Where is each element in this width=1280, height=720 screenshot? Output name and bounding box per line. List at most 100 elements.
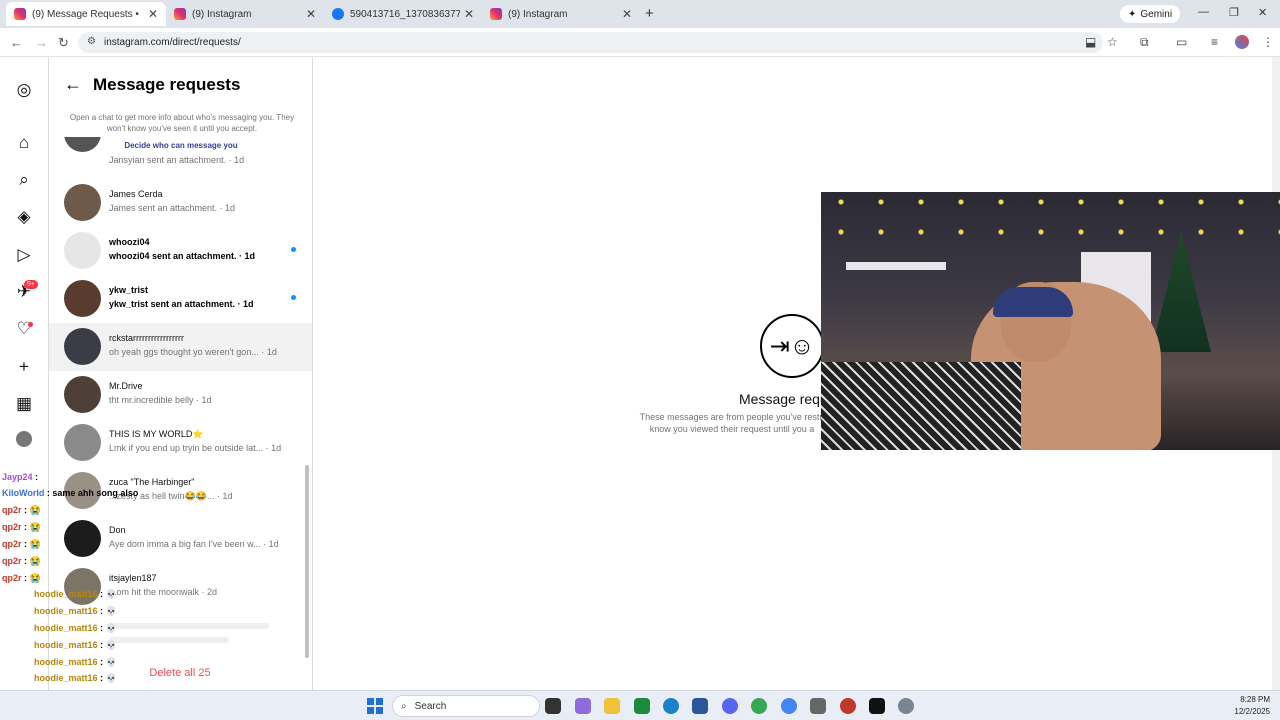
xbox-icon[interactable]: [634, 698, 650, 714]
request-preview: ...om hit the moonwalk · 2d: [109, 587, 218, 597]
profile-avatar[interactable]: [1235, 35, 1249, 49]
avatar: [64, 520, 101, 557]
panel-description: Open a chat to get more info about who's…: [69, 113, 295, 133]
media-control-icon[interactable]: ≡: [1211, 35, 1218, 49]
close-icon[interactable]: ✕: [306, 7, 316, 21]
request-row[interactable]: itsjaylen187 ...om hit the moonwalk · 2d: [49, 563, 312, 611]
forward-arrow-icon[interactable]: →: [35, 35, 48, 50]
request-preview: Jansyian sent an attachment. · 1d: [109, 155, 245, 165]
restore-icon[interactable]: ❐: [1229, 6, 1239, 19]
request-preview: oh yeah ggs thought yo weren't gon... · …: [109, 347, 277, 357]
tab-message-requests[interactable]: (9) Message Requests • Messag ✕: [6, 2, 166, 26]
avatar: [64, 424, 101, 461]
tab-title: (9) Instagram: [508, 8, 568, 20]
install-app-icon[interactable]: ⬓: [1085, 35, 1096, 49]
clock-time: 8:28 PM: [1240, 695, 1270, 704]
panel-scrollbar[interactable]: [305, 465, 309, 658]
avatar: [64, 328, 101, 365]
facebook-icon: [332, 8, 344, 20]
dashboard-icon[interactable]: ▦: [14, 394, 34, 414]
tab-facebook-image[interactable]: 590413716_137083637783536 ✕: [324, 2, 482, 26]
windows-start-icon[interactable]: [367, 698, 383, 714]
string-lights: [821, 192, 1280, 252]
reload-icon[interactable]: ↻: [58, 35, 69, 51]
address-toolbar: ← → ↻ ⚙ instagram.com/direct/requests/ ⬓…: [0, 28, 1280, 57]
page-title: Message requests: [93, 75, 241, 94]
tab-title: (9) Message Requests • Messag: [32, 8, 142, 20]
windows-taskbar: ⌕ Search 8:28 PM 12/2/2025: [0, 690, 1280, 720]
webcam-overlay: [821, 192, 1280, 450]
site-settings-icon[interactable]: ⚙: [87, 36, 96, 47]
tab-instagram[interactable]: (9) Instagram ✕: [166, 2, 324, 26]
taskbar-search[interactable]: ⌕ Search: [392, 695, 540, 717]
delete-all-button[interactable]: Delete all 25: [49, 667, 311, 679]
avatar: [64, 568, 101, 605]
task-view-icon[interactable]: [545, 698, 561, 714]
avatar: [64, 137, 101, 152]
request-username: James Cerda: [109, 189, 163, 199]
request-preview: Aye dom imma a big fan I've been w... · …: [109, 539, 279, 549]
url-bar[interactable]: ⚙ instagram.com/direct/requests/: [78, 32, 1103, 53]
edge-icon[interactable]: [663, 698, 679, 714]
url-text: instagram.com/direct/requests/: [104, 37, 241, 48]
clock-date: 12/2/2025: [1234, 707, 1270, 716]
empty-state-description: These messages are from people you've re…: [632, 411, 832, 435]
chrome-active-icon[interactable]: [781, 698, 797, 714]
bookmark-star-icon[interactable]: ☆: [1107, 35, 1118, 49]
obs-icon[interactable]: [869, 698, 885, 714]
request-row[interactable]: whoozi04 whoozi04 sent an attachment. · …: [49, 227, 312, 275]
profile-avatar[interactable]: [16, 431, 32, 447]
reels-icon[interactable]: ▷: [14, 245, 34, 265]
close-icon[interactable]: ✕: [622, 7, 632, 21]
avatar: [64, 232, 101, 269]
app-icon[interactable]: [810, 698, 826, 714]
taskbar-clock[interactable]: 8:28 PM 12/2/2025: [1210, 694, 1270, 718]
browser-tab-bar: (9) Message Requests • Messag ✕ (9) Inst…: [0, 0, 1280, 28]
minimize-icon[interactable]: —: [1198, 6, 1209, 18]
back-arrow-icon[interactable]: ←: [64, 74, 82, 95]
explore-icon[interactable]: ◈: [14, 207, 34, 227]
close-icon[interactable]: ✕: [464, 7, 474, 21]
window-close-icon[interactable]: ✕: [1258, 6, 1267, 19]
search-icon[interactable]: ⌕: [14, 170, 34, 190]
create-plus-icon[interactable]: +: [14, 357, 34, 377]
cap: [993, 287, 1073, 317]
request-username: Don: [109, 525, 126, 535]
empty-state-title: Message requ: [739, 391, 828, 407]
search-icon: ⌕: [401, 700, 407, 712]
close-icon[interactable]: ✕: [148, 7, 158, 21]
tab-instagram-2[interactable]: (9) Instagram ✕: [482, 2, 640, 26]
request-row[interactable]: THIS IS MY WORLD⭐ Lmk if you end up tryi…: [49, 419, 312, 467]
file-explorer-icon[interactable]: [604, 698, 620, 714]
settings-gear-icon[interactable]: [898, 698, 914, 714]
request-row[interactable]: James Cerda James sent an attachment. · …: [49, 179, 312, 227]
instagram-icon: [490, 8, 502, 20]
discord-icon[interactable]: [722, 698, 738, 714]
request-username: itsjaylen187: [109, 573, 157, 583]
tab-title: (9) Instagram: [192, 8, 252, 20]
empty-state-line: These messages are from people you've re…: [639, 412, 825, 422]
app-icon[interactable]: [840, 698, 856, 714]
request-preview: James sent an attachment. · 1d: [109, 203, 236, 213]
store-icon[interactable]: [692, 698, 708, 714]
cast-icon[interactable]: ▭: [1176, 35, 1187, 49]
gemini-button[interactable]: ✦ Gemini: [1120, 5, 1181, 23]
menu-dots-icon[interactable]: ⋮: [1262, 35, 1274, 49]
instagram-logo-icon[interactable]: ◎: [14, 80, 34, 100]
request-row[interactable]: rckstarrrrrrrrrrrrrrrrr oh yeah ggs thou…: [49, 323, 312, 371]
request-preview: whoozi04 sent an attachment. · 1d: [109, 251, 256, 261]
notification-badge: 9+: [24, 280, 38, 289]
request-row[interactable]: ykw_trist ykw_trist sent an attachment. …: [49, 275, 312, 323]
copilot-icon[interactable]: [575, 698, 591, 714]
home-icon[interactable]: ⌂: [14, 133, 34, 153]
request-row[interactable]: Mr.Drive tht mr.incredible belly · 1d: [49, 371, 312, 419]
chrome-icon[interactable]: [751, 698, 767, 714]
request-username: whoozi04: [109, 237, 150, 247]
request-row[interactable]: Don Aye dom imma a big fan I've been w..…: [49, 515, 312, 563]
new-tab-plus-icon[interactable]: +: [645, 5, 654, 22]
request-row[interactable]: Jansyian sent an attachment. · 1d: [49, 137, 312, 167]
extensions-icon[interactable]: ⧉: [1140, 35, 1149, 50]
back-arrow-icon[interactable]: ←: [10, 35, 23, 50]
request-username: rckstarrrrrrrrrrrrrrrrr: [109, 333, 184, 343]
request-row[interactable]: zuca "The Harbinger" ...zesty as hell tw…: [49, 467, 312, 515]
